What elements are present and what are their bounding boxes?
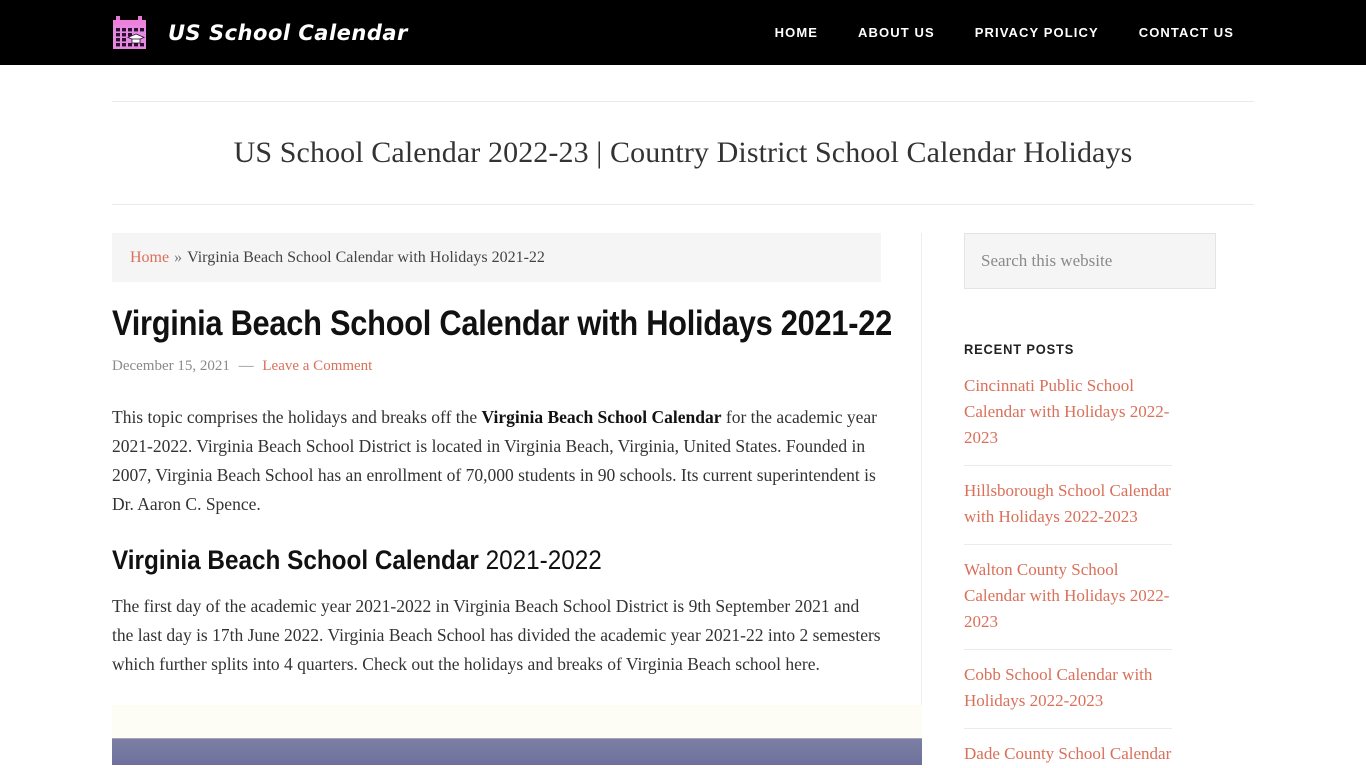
site-logo-link[interactable]: US School Calendar [112,13,408,53]
page-body: Home » Virginia Beach School Calendar wi… [0,233,1366,765]
recent-post-link-1[interactable]: Cincinnati Public School Calendar with H… [964,373,1172,451]
site-header: US School Calendar HOME ABOUT US PRIVACY… [0,0,1366,65]
calendar-graduation-icon [112,13,158,53]
post-meta: December 15, 2021 — Leave a Comment [112,358,881,375]
nav-item-contact-us[interactable]: CONTACT US [1119,25,1254,40]
recent-post-link-3[interactable]: Walton County School Calendar with Holid… [964,557,1172,635]
recent-post-link-5[interactable]: Dade County School Calendar with Holiday… [964,741,1172,768]
post-paragraph-2: The first day of the academic year 2021-… [112,596,881,674]
nav-item-about-us[interactable]: ABOUT US [838,25,955,40]
breadcrumb-home-link[interactable]: Home [130,249,169,267]
paragraph-1-text-start: This topic comprises the holidays and br… [112,407,482,427]
breadcrumb-current: Virginia Beach School Calendar with Holi… [187,248,545,266]
recent-posts-list: Cincinnati Public School Calendar with H… [964,373,1172,768]
sidebar: RECENT POSTS Cincinnati Public School Ca… [922,233,1216,763]
search-input[interactable] [964,233,1216,289]
list-item: Walton County School Calendar with Holid… [964,545,1172,650]
list-item: Cobb School Calendar with Holidays 2022-… [964,650,1172,729]
site-title: US School Calendar 2022-23 | Country Dis… [233,136,1133,169]
site-title-band: US School Calendar 2022-23 | Country Dis… [112,101,1254,205]
main-navigation: HOME ABOUT US PRIVACY POLICY CONTACT US [755,25,1254,40]
nav-item-privacy-policy[interactable]: PRIVACY POLICY [955,25,1119,40]
main-content: Home » Virginia Beach School Calendar wi… [112,233,922,765]
post-paragraph-1: This topic comprises the holidays and br… [112,403,881,519]
list-item: Hillsborough School Calendar with Holida… [964,466,1172,545]
leave-a-comment-link[interactable]: Leave a Comment [262,358,372,374]
section-heading-strong: Virginia Beach School Calendar [112,545,479,575]
recent-post-link-2[interactable]: Hillsborough School Calendar with Holida… [964,478,1172,530]
recent-post-link-4[interactable]: Cobb School Calendar with Holidays 2022-… [964,662,1172,714]
meta-separator: — [238,358,254,374]
breadcrumb: Home » Virginia Beach School Calendar wi… [112,233,881,282]
section-heading-rest: 2021-2022 [478,545,602,575]
section-heading: Virginia Beach School Calendar 2021-2022 [112,545,804,576]
list-item: Cincinnati Public School Calendar with H… [964,373,1172,466]
breadcrumb-separator: » [174,248,183,266]
paragraph-1-bold-phrase: Virginia Beach School Calendar [481,407,722,427]
post-date: December 15, 2021 [112,358,230,374]
nav-item-home[interactable]: HOME [755,25,838,40]
post-calendar-image [112,705,922,765]
list-item: Dade County School Calendar with Holiday… [964,729,1172,768]
recent-posts-heading: RECENT POSTS [964,341,1075,357]
page-title: Virginia Beach School Calendar with Holi… [112,304,892,343]
site-brand-name: US School Calendar [168,20,408,45]
